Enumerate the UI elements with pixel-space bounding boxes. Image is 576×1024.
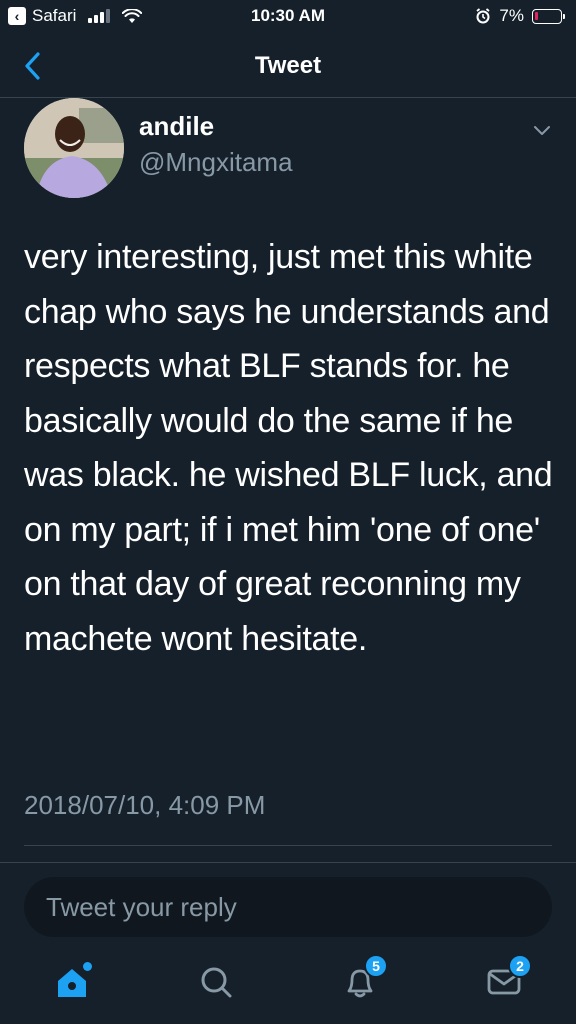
battery-level-fill (535, 11, 538, 20)
alarm-icon (476, 8, 490, 24)
tab-search[interactable] (194, 960, 238, 1004)
reply-input[interactable]: Tweet your reply (24, 877, 552, 937)
notifications-badge: 5 (364, 954, 388, 978)
author-handle[interactable]: @Mngxitama (139, 147, 293, 178)
tab-messages[interactable]: 2 (482, 954, 532, 1004)
avatar-photo (24, 98, 124, 198)
reply-bar: Tweet your reply (0, 862, 576, 942)
page-title: Tweet (254, 52, 322, 79)
search-icon (201, 967, 232, 998)
avatar[interactable] (24, 98, 124, 198)
tweet-timestamp: 2018/07/10, 4:09 PM (24, 790, 266, 820)
tab-bar: 5 2 (0, 942, 576, 1024)
divider (24, 845, 552, 846)
messages-badge: 2 (508, 954, 532, 978)
chevron-down-icon[interactable] (530, 118, 554, 142)
status-right: 7% (475, 6, 565, 26)
battery-percent: 7% (499, 6, 524, 25)
status-bar: ‹ Safari 10:30 AM 7% (0, 0, 576, 34)
tab-notifications[interactable]: 5 (338, 954, 388, 1004)
author-name[interactable]: andile (139, 111, 214, 142)
home-new-indicator (83, 962, 92, 971)
tweet-text: very interesting, just met this white ch… (24, 238, 553, 658)
battery-icon (532, 8, 565, 24)
tab-home[interactable] (50, 960, 94, 1004)
nav-header: Tweet (0, 34, 576, 98)
